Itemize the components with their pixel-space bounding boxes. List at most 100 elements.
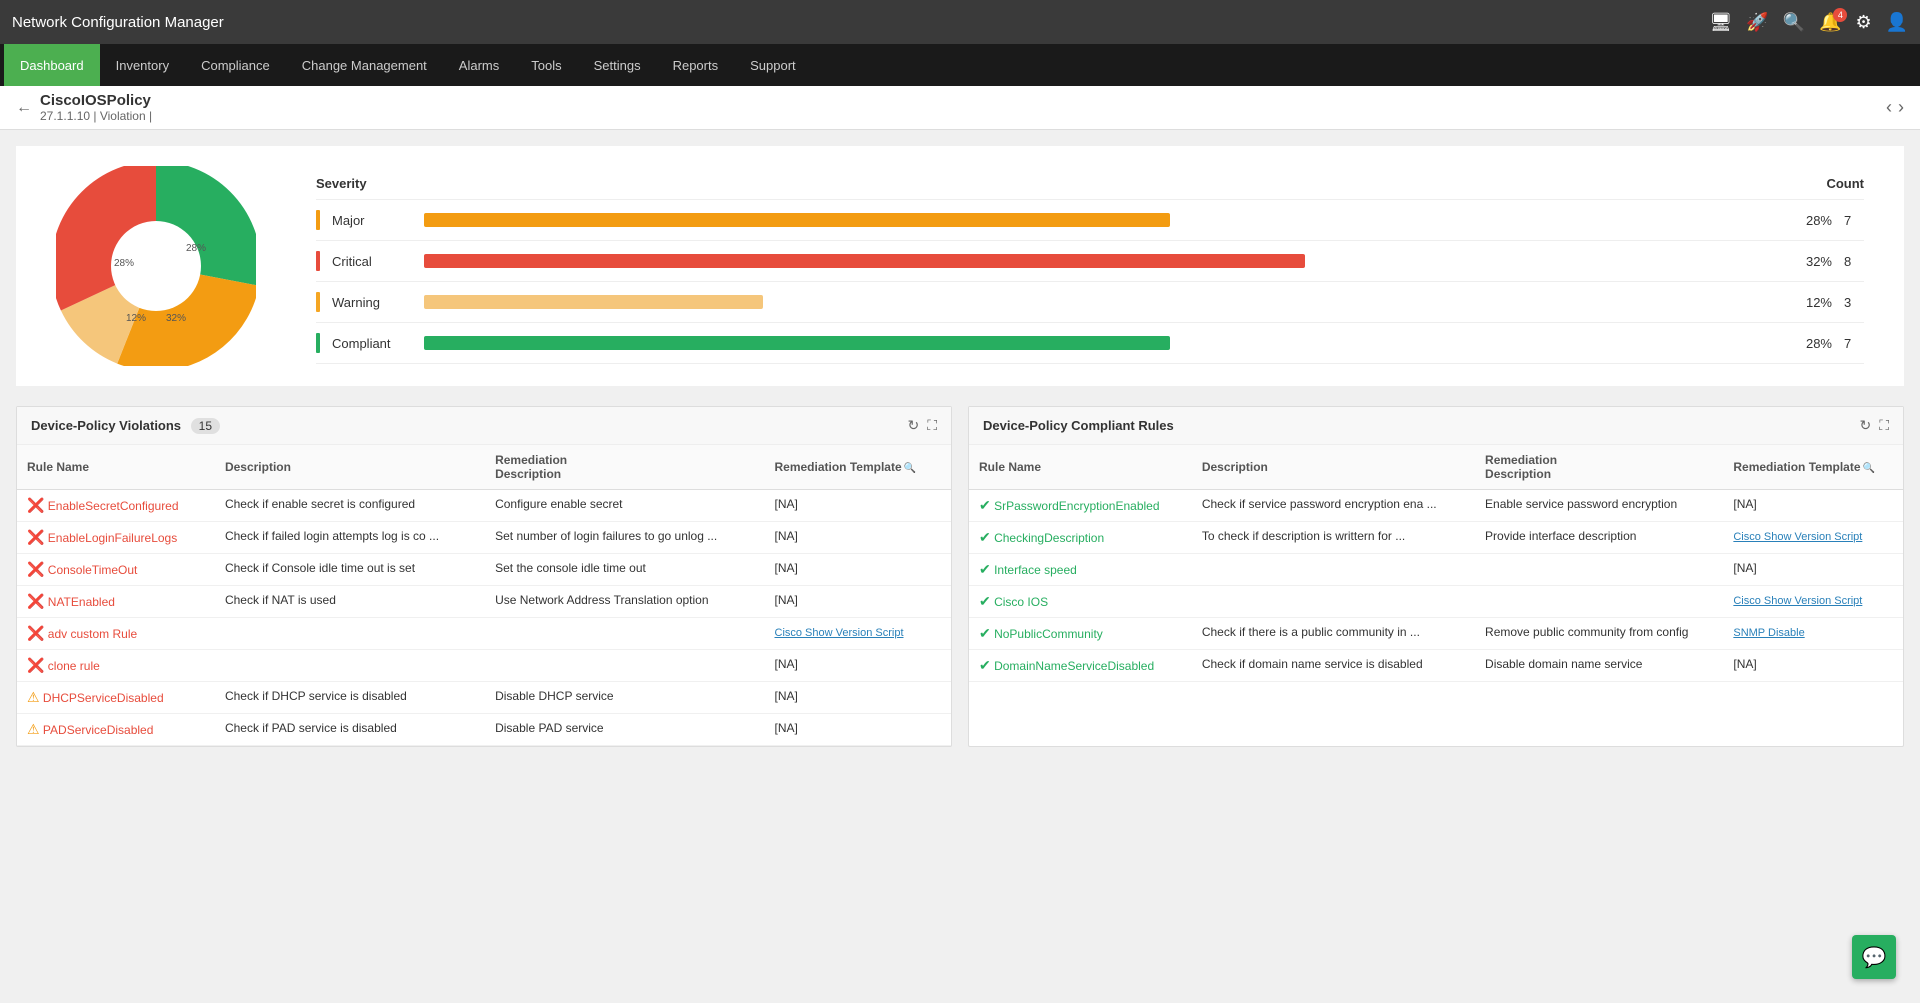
- violations-desc-cell: Check if NAT is used: [215, 586, 485, 618]
- violations-rule-cell: ❌ EnableLoginFailureLogs: [17, 522, 215, 554]
- violations-rule-cell: ❌ adv custom Rule: [17, 618, 215, 650]
- violations-template-cell: [NA]: [765, 714, 952, 746]
- float-action-button[interactable]: 💬: [1852, 935, 1896, 979]
- violations-panel-header: Device-Policy Violations 15 ↻ ⛶: [17, 407, 951, 445]
- breadcrumb-prev-icon[interactable]: ‹: [1886, 97, 1892, 118]
- nav-tools[interactable]: Tools: [515, 44, 577, 86]
- rule-name-link[interactable]: Cisco IOS: [994, 595, 1048, 609]
- svg-text:32%: 32%: [166, 313, 186, 324]
- violations-rule-cell: ⚠ DHCPServiceDisabled: [17, 682, 215, 714]
- compliant-title: Device-Policy Compliant Rules: [983, 418, 1174, 433]
- breadcrumb-nav: ‹ ›: [1886, 97, 1904, 118]
- violations-refresh-icon[interactable]: ↻: [907, 417, 919, 434]
- violations-expand-icon[interactable]: ⛶: [927, 417, 937, 434]
- table-row: ❌ clone rule [NA]: [17, 650, 951, 682]
- compliant-desc-cell: Check if there is a public community in …: [1192, 618, 1475, 650]
- rule-name-link[interactable]: ConsoleTimeOut: [48, 563, 138, 577]
- nav-alarms[interactable]: Alarms: [443, 44, 515, 86]
- chart-section: 28% 28% 32% 12% Severity Count Major 28%…: [16, 146, 1904, 386]
- severity-row-major: Major 28% 7: [316, 200, 1864, 241]
- nav-support[interactable]: Support: [734, 44, 812, 86]
- compliant-col-rule: Rule Name: [969, 445, 1192, 490]
- violations-desc-cell: [215, 618, 485, 650]
- breadcrumb: CiscoIOSPolicy 27.1.1.10 | Violation |: [40, 92, 152, 123]
- violations-title-group: Device-Policy Violations 15: [31, 418, 220, 433]
- success-icon: ✔: [979, 625, 991, 641]
- violations-desc-cell: [215, 650, 485, 682]
- rule-name-link[interactable]: NoPublicCommunity: [994, 627, 1103, 641]
- severity-row-critical: Critical 32% 8: [316, 241, 1864, 282]
- violations-rem-cell: Set number of login failures to go unlog…: [485, 522, 764, 554]
- critical-pct: 32%: [1792, 254, 1832, 269]
- compliant-refresh-icon[interactable]: ↻: [1859, 417, 1871, 434]
- notification-icon[interactable]: 🔔4: [1819, 12, 1841, 33]
- violations-title: Device-Policy Violations: [31, 418, 181, 433]
- compliant-template-cell: [NA]: [1723, 554, 1903, 586]
- template-link[interactable]: Cisco Show Version Script: [1733, 595, 1862, 607]
- critical-label: Critical: [332, 254, 412, 269]
- success-icon: ✔: [979, 593, 991, 609]
- user-icon[interactable]: 👤: [1886, 12, 1908, 33]
- critical-bar: [424, 254, 1305, 268]
- table-row: ❌ NATEnabled Check if NAT is used Use Ne…: [17, 586, 951, 618]
- breadcrumb-subtitle: 27.1.1.10 | Violation |: [40, 109, 152, 123]
- warning-bar: [424, 295, 763, 309]
- compliant-template-cell: Cisco Show Version Script: [1723, 586, 1903, 618]
- rule-name-link[interactable]: Interface speed: [994, 563, 1077, 577]
- compliant-panel-header: Device-Policy Compliant Rules ↻ ⛶: [969, 407, 1903, 445]
- nav-reports[interactable]: Reports: [657, 44, 735, 86]
- table-row: ⚠ PADServiceDisabled Check if PAD servic…: [17, 714, 951, 746]
- warning-pct: 12%: [1792, 295, 1832, 310]
- compliant-template-cell: [NA]: [1723, 650, 1903, 682]
- nav-inventory[interactable]: Inventory: [100, 44, 185, 86]
- violations-panel: Device-Policy Violations 15 ↻ ⛶ Rule Nam…: [16, 406, 952, 747]
- rule-name-link[interactable]: SrPasswordEncryptionEnabled: [994, 499, 1159, 513]
- breadcrumb-back-icon[interactable]: ←: [16, 99, 32, 117]
- rule-name-link[interactable]: NATEnabled: [48, 595, 115, 609]
- breadcrumb-next-icon[interactable]: ›: [1898, 97, 1904, 118]
- success-icon: ✔: [979, 497, 991, 513]
- violations-rule-cell: ⚠ PADServiceDisabled: [17, 714, 215, 746]
- rocket-icon[interactable]: 🚀: [1746, 12, 1768, 33]
- rule-name-link[interactable]: PADServiceDisabled: [43, 723, 154, 737]
- rule-name-link[interactable]: EnableSecretConfigured: [48, 499, 179, 513]
- nav-dashboard[interactable]: Dashboard: [4, 44, 100, 86]
- violations-table: Rule Name Description RemediationDescrip…: [17, 445, 951, 746]
- rule-name-link[interactable]: DHCPServiceDisabled: [43, 691, 164, 705]
- rule-name-link[interactable]: EnableLoginFailureLogs: [48, 531, 177, 545]
- rule-name-link[interactable]: clone rule: [48, 659, 100, 673]
- rule-name-link[interactable]: adv custom Rule: [48, 627, 137, 641]
- table-row: ⚠ DHCPServiceDisabled Check if DHCP serv…: [17, 682, 951, 714]
- main-content: 28% 28% 32% 12% Severity Count Major 28%…: [0, 130, 1920, 763]
- violations-desc-cell: Check if DHCP service is disabled: [215, 682, 485, 714]
- nav-change-management[interactable]: Change Management: [286, 44, 443, 86]
- template-link[interactable]: Cisco Show Version Script: [775, 627, 904, 639]
- rule-name-link[interactable]: DomainNameServiceDisabled: [994, 659, 1154, 673]
- violations-rem-cell: Use Network Address Translation option: [485, 586, 764, 618]
- gear-icon[interactable]: ⚙: [1855, 12, 1871, 33]
- rule-name-link[interactable]: CheckingDescription: [994, 531, 1104, 545]
- compliant-rem-cell: Disable domain name service: [1475, 650, 1723, 682]
- violations-template-cell: [NA]: [765, 490, 952, 522]
- violations-desc-cell: Check if Console idle time out is set: [215, 554, 485, 586]
- violations-template-cell: [NA]: [765, 650, 952, 682]
- nav-settings[interactable]: Settings: [578, 44, 657, 86]
- app-title: Network Configuration Manager: [12, 14, 224, 31]
- violations-rem-cell: [485, 650, 764, 682]
- table-row: ❌ EnableLoginFailureLogs Check if failed…: [17, 522, 951, 554]
- compliant-expand-icon[interactable]: ⛶: [1879, 417, 1889, 434]
- compliant-desc-cell: [1192, 586, 1475, 618]
- search-icon[interactable]: 🔍: [1783, 12, 1805, 33]
- compliant-label: Compliant: [332, 336, 412, 351]
- violations-col-template: Remediation Template🔍: [765, 445, 952, 490]
- template-link[interactable]: Cisco Show Version Script: [1733, 531, 1862, 543]
- nav-compliance[interactable]: Compliance: [185, 44, 286, 86]
- violations-template-cell: [NA]: [765, 522, 952, 554]
- monitor-icon[interactable]: 🖥: [1709, 12, 1732, 33]
- critical-count: 8: [1844, 254, 1864, 269]
- error-icon: ❌: [27, 593, 44, 609]
- template-link[interactable]: SNMP Disable: [1733, 627, 1804, 639]
- table-row: ✔ NoPublicCommunity Check if there is a …: [969, 618, 1903, 650]
- compliant-bar: [424, 336, 1170, 350]
- compliant-col-rem-desc: RemediationDescription: [1475, 445, 1723, 490]
